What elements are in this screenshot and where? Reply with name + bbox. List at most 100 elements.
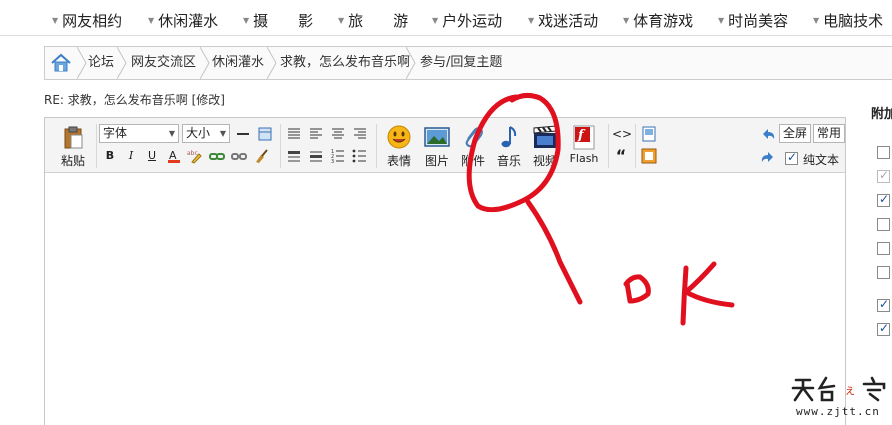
ordered-list-icon[interactable]: 123 (329, 148, 347, 165)
option-checkbox-5[interactable] (877, 242, 890, 255)
common-button[interactable]: 常用 (813, 124, 846, 143)
clapperboard-icon (533, 125, 557, 148)
nav-item-photography[interactable]: ▼ 摄 影 (243, 10, 313, 32)
clear-format-icon[interactable] (252, 148, 270, 164)
horizontal-rule-icon[interactable] (234, 126, 252, 142)
source-code-button[interactable]: <> (612, 126, 632, 142)
option-checkbox-3[interactable] (877, 192, 890, 207)
option-checkbox-4[interactable] (877, 218, 890, 231)
attachment-button[interactable]: 附件 (455, 118, 491, 173)
quote-button[interactable]: “ (612, 148, 630, 164)
option-checkbox-8[interactable] (877, 321, 890, 336)
font-color-icon[interactable]: A (165, 148, 183, 164)
dropdown-arrow-icon: ▼ (432, 16, 439, 25)
nav-item-opera[interactable]: ▼ 戏迷活动 (528, 10, 598, 32)
dropdown-arrow-icon: ▼ (718, 16, 725, 25)
option-checkbox-2[interactable] (877, 168, 890, 183)
unlink-icon[interactable] (230, 148, 248, 164)
dropdown-arrow-icon: ▼ (623, 16, 630, 25)
dropdown-arrow-icon: ▼ (148, 16, 155, 25)
plain-text-label: 纯文本 (803, 153, 840, 167)
smiley-icon (387, 125, 411, 149)
breadcrumb-thread[interactable]: 求教，怎么发布音乐啊 (280, 47, 410, 79)
highlight-icon[interactable]: abc (186, 148, 204, 164)
nav-item-dating[interactable]: ▼ 网友相约 (52, 10, 122, 32)
align-left-icon[interactable] (307, 126, 325, 142)
edit-link[interactable]: [修改] (192, 93, 225, 107)
editor-content-area[interactable] (45, 174, 845, 425)
editor-toolbar: 粘贴 字体 ▼ 大小 ▼ B I U A abc 123 表情 图片 附件 音乐… (45, 118, 846, 173)
align-right-icon[interactable] (351, 126, 369, 142)
breadcrumb-separator-icon (267, 47, 277, 79)
font-select[interactable]: 字体 ▼ (99, 124, 179, 143)
undo-icon[interactable] (759, 126, 777, 142)
breadcrumb-exchange[interactable]: 网友交流区 (131, 47, 196, 79)
toolbar-divider (376, 124, 377, 168)
breadcrumb-separator-icon (77, 47, 87, 79)
page-break-icon[interactable] (640, 126, 658, 142)
top-nav-row: ▼ 网友相约 ▼ 休闲灌水 ▼ 摄 影 ▼ 旅 游 ▼ 户外运动 ▼ 戏迷活动 ▼ 体育游戏 … (0, 10, 892, 32)
clipboard-icon (64, 126, 83, 149)
align-justify-icon[interactable] (285, 126, 303, 142)
music-note-icon (501, 126, 517, 148)
outdent-icon[interactable] (307, 148, 325, 164)
option-checkbox-7[interactable] (877, 297, 890, 312)
toolbar-divider (280, 124, 281, 168)
top-nav: ▼ 网友相约 ▼ 休闲灌水 ▼ 摄 影 ▼ 旅 游 ▼ 户外运动 ▼ 戏迷活动 ▼ 体育游戏 … (0, 0, 892, 36)
plain-text-checkbox[interactable] (785, 150, 798, 165)
chevron-down-icon: ▼ (219, 129, 226, 138)
breadcrumb-separator-icon (117, 47, 127, 79)
table-icon[interactable] (256, 126, 274, 142)
paste-button[interactable]: 粘贴 (53, 118, 93, 173)
dropdown-arrow-icon: ▼ (528, 16, 535, 25)
dropdown-arrow-icon: ▼ (338, 16, 345, 25)
breadcrumb-separator-icon (406, 47, 416, 79)
media-insert-icon[interactable] (640, 148, 658, 164)
redo-icon[interactable] (759, 149, 777, 165)
indent-icon[interactable] (285, 148, 303, 164)
post-title: RE: 求教，怎么发布音乐啊 [修改] (44, 93, 225, 107)
option-checkbox-1[interactable] (877, 146, 890, 159)
toolbar-divider (635, 124, 636, 168)
toolbar-divider (608, 124, 609, 168)
nav-item-fashion[interactable]: ▼ 时尚美容 (718, 10, 788, 32)
sidebar-title: 附加 (871, 107, 892, 122)
chevron-down-icon: ▼ (168, 129, 175, 138)
flash-button[interactable]: f Flash (563, 118, 605, 173)
breadcrumb-leisure[interactable]: 休闲灌水 (212, 47, 264, 79)
image-icon (424, 127, 450, 147)
flash-icon: f (573, 125, 595, 150)
link-icon[interactable] (208, 148, 226, 164)
music-button[interactable]: 音乐 (491, 118, 527, 173)
breadcrumb-separator-icon (200, 47, 210, 79)
nav-item-sports[interactable]: ▼ 体育游戏 (623, 10, 693, 32)
svg-text:ぇ: ぇ (844, 383, 856, 397)
image-button[interactable]: 图片 (419, 118, 455, 173)
align-center-icon[interactable] (329, 126, 347, 142)
italic-button[interactable]: I (122, 148, 140, 164)
fullscreen-button[interactable]: 全屏 (779, 124, 812, 143)
underline-button[interactable]: U (143, 148, 161, 164)
video-button[interactable]: 视频 (527, 118, 563, 173)
dropdown-arrow-icon: ▼ (813, 16, 820, 25)
breadcrumb: 论坛 网友交流区 休闲灌水 求教，怎么发布音乐啊 参与/回复主题 (44, 46, 892, 80)
toolbar-divider (96, 124, 97, 168)
option-checkbox-6[interactable] (877, 266, 890, 279)
paperclip-icon (465, 127, 483, 148)
size-select[interactable]: 大小 ▼ (182, 124, 230, 143)
dropdown-arrow-icon: ▼ (243, 16, 250, 25)
emoticon-button[interactable]: 表情 (381, 118, 417, 173)
nav-item-computer[interactable]: ▼ 电脑技术 (813, 10, 883, 32)
post-editor: 粘贴 字体 ▼ 大小 ▼ B I U A abc 123 表情 图片 附件 音乐… (44, 117, 846, 425)
nav-item-outdoor[interactable]: ▼ 户外运动 (432, 10, 502, 32)
nav-item-leisure[interactable]: ▼ 休闲灌水 (148, 10, 218, 32)
home-icon[interactable] (45, 47, 77, 79)
unordered-list-icon[interactable] (351, 148, 369, 164)
bold-button[interactable]: B (101, 148, 119, 164)
dropdown-arrow-icon: ▼ (52, 16, 59, 25)
breadcrumb-reply: 参与/回复主题 (420, 55, 503, 70)
svg-text:3: 3 (331, 159, 334, 164)
breadcrumb-forum[interactable]: 论坛 (88, 47, 114, 79)
nav-item-travel[interactable]: ▼ 旅 游 (338, 10, 408, 32)
svg-text:abc: abc (187, 150, 198, 157)
